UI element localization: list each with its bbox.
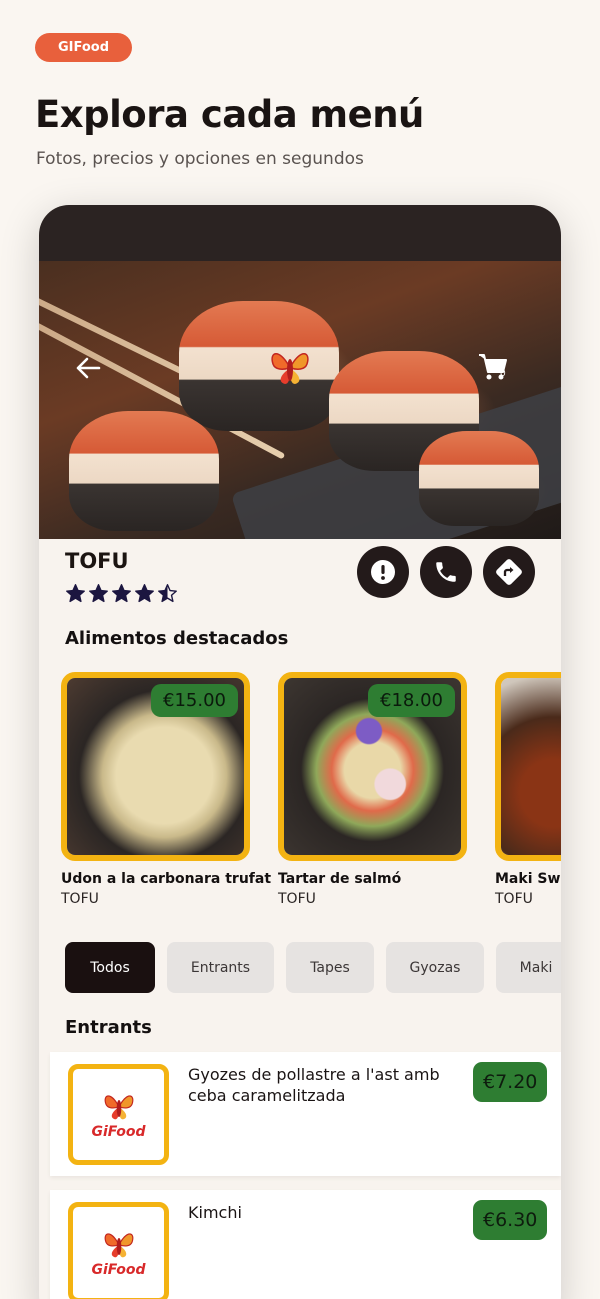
rating-stars — [65, 583, 178, 604]
cart-count: 0 — [500, 369, 506, 379]
directions-button[interactable] — [483, 546, 535, 598]
star-full-icon — [112, 584, 131, 603]
featured-item-name: Udon a la carbonara trufat — [61, 871, 272, 887]
gifood-butterfly-icon — [104, 1232, 133, 1257]
brand-badge: GIFood — [35, 33, 132, 62]
featured-item[interactable]: €15.00 Udon a la carbonara trufat TOFU — [61, 672, 272, 907]
featured-item-image: €15.00 — [61, 672, 250, 861]
star-full-icon — [135, 584, 154, 603]
menu-section-title: Entrants — [65, 1017, 152, 1038]
page-subheadline: Fotos, precios y opciones en segundos — [36, 149, 364, 169]
tab-tapes[interactable]: Tapes — [286, 942, 374, 993]
featured-price: €18.00 — [368, 684, 455, 717]
hero-sushi-piece — [419, 431, 539, 526]
tab-todos[interactable]: Todos — [65, 942, 155, 993]
featured-item[interactable]: €18.00 Tartar de salmó TOFU — [278, 672, 467, 907]
arrow-left-icon — [76, 357, 101, 379]
menu-item-price: €6.30 — [473, 1200, 548, 1240]
featured-item-image — [495, 672, 561, 861]
star-full-icon — [66, 584, 85, 603]
gifood-logo: GiFood — [91, 1090, 146, 1140]
directions-icon — [496, 559, 522, 585]
info-icon — [371, 560, 395, 584]
featured-price: €15.00 — [151, 684, 238, 717]
star-full-icon — [89, 584, 108, 603]
featured-item-restaurant: TOFU — [61, 891, 99, 907]
gifood-logo-text: GiFood — [91, 1261, 146, 1278]
menu-item-thumbnail: GiFood — [68, 1064, 169, 1165]
gifood-butterfly-icon — [271, 353, 309, 384]
info-button[interactable] — [357, 546, 409, 598]
featured-item-restaurant: TOFU — [278, 891, 316, 907]
tab-gyozas[interactable]: Gyozas — [386, 942, 484, 993]
menu-item-name: Kimchi — [188, 1203, 242, 1222]
hero-image: 0 — [39, 261, 561, 539]
hero-sushi-piece — [179, 301, 339, 431]
featured-item-image: €18.00 — [278, 672, 467, 861]
menu-item[interactable]: GiFood Kimchi €6.30 — [50, 1190, 561, 1299]
menu-item[interactable]: GiFood Gyozes de pollastre a l'ast amb c… — [50, 1052, 561, 1176]
status-bar — [39, 205, 561, 261]
star-half-icon — [158, 584, 177, 603]
back-button[interactable] — [73, 353, 103, 383]
menu-item-price: €7.20 — [473, 1062, 548, 1102]
page-headline: Explora cada menú — [35, 93, 424, 136]
menu-item-name: Gyozes de pollastre a l'ast amb ceba car… — [188, 1065, 440, 1105]
tab-entrants[interactable]: Entrants — [167, 942, 274, 993]
category-tabs: Todos Entrants Tapes Gyozas Maki — [65, 942, 561, 993]
restaurant-name: TOFU — [65, 549, 129, 573]
hero-sushi-piece — [69, 411, 219, 531]
featured-item[interactable]: Maki Swe TOFU — [495, 672, 561, 907]
gifood-butterfly-icon — [104, 1094, 133, 1119]
maki-photo — [501, 678, 561, 855]
featured-item-restaurant: TOFU — [495, 891, 533, 907]
featured-item-name: Maki Swe — [495, 871, 561, 887]
phone-frame: 0 TOFU Alimentos destacados €15.00 Udon … — [39, 205, 561, 1299]
gifood-logo-text: GiFood — [91, 1123, 146, 1140]
menu-item-thumbnail: GiFood — [68, 1202, 169, 1299]
gifood-logo: GiFood — [91, 1228, 146, 1278]
featured-title: Alimentos destacados — [65, 628, 289, 649]
tab-maki[interactable]: Maki — [496, 942, 561, 993]
call-button[interactable] — [420, 546, 472, 598]
cart-button[interactable] — [477, 352, 517, 386]
featured-item-name: Tartar de salmó — [278, 871, 402, 887]
phone-icon — [436, 562, 456, 582]
